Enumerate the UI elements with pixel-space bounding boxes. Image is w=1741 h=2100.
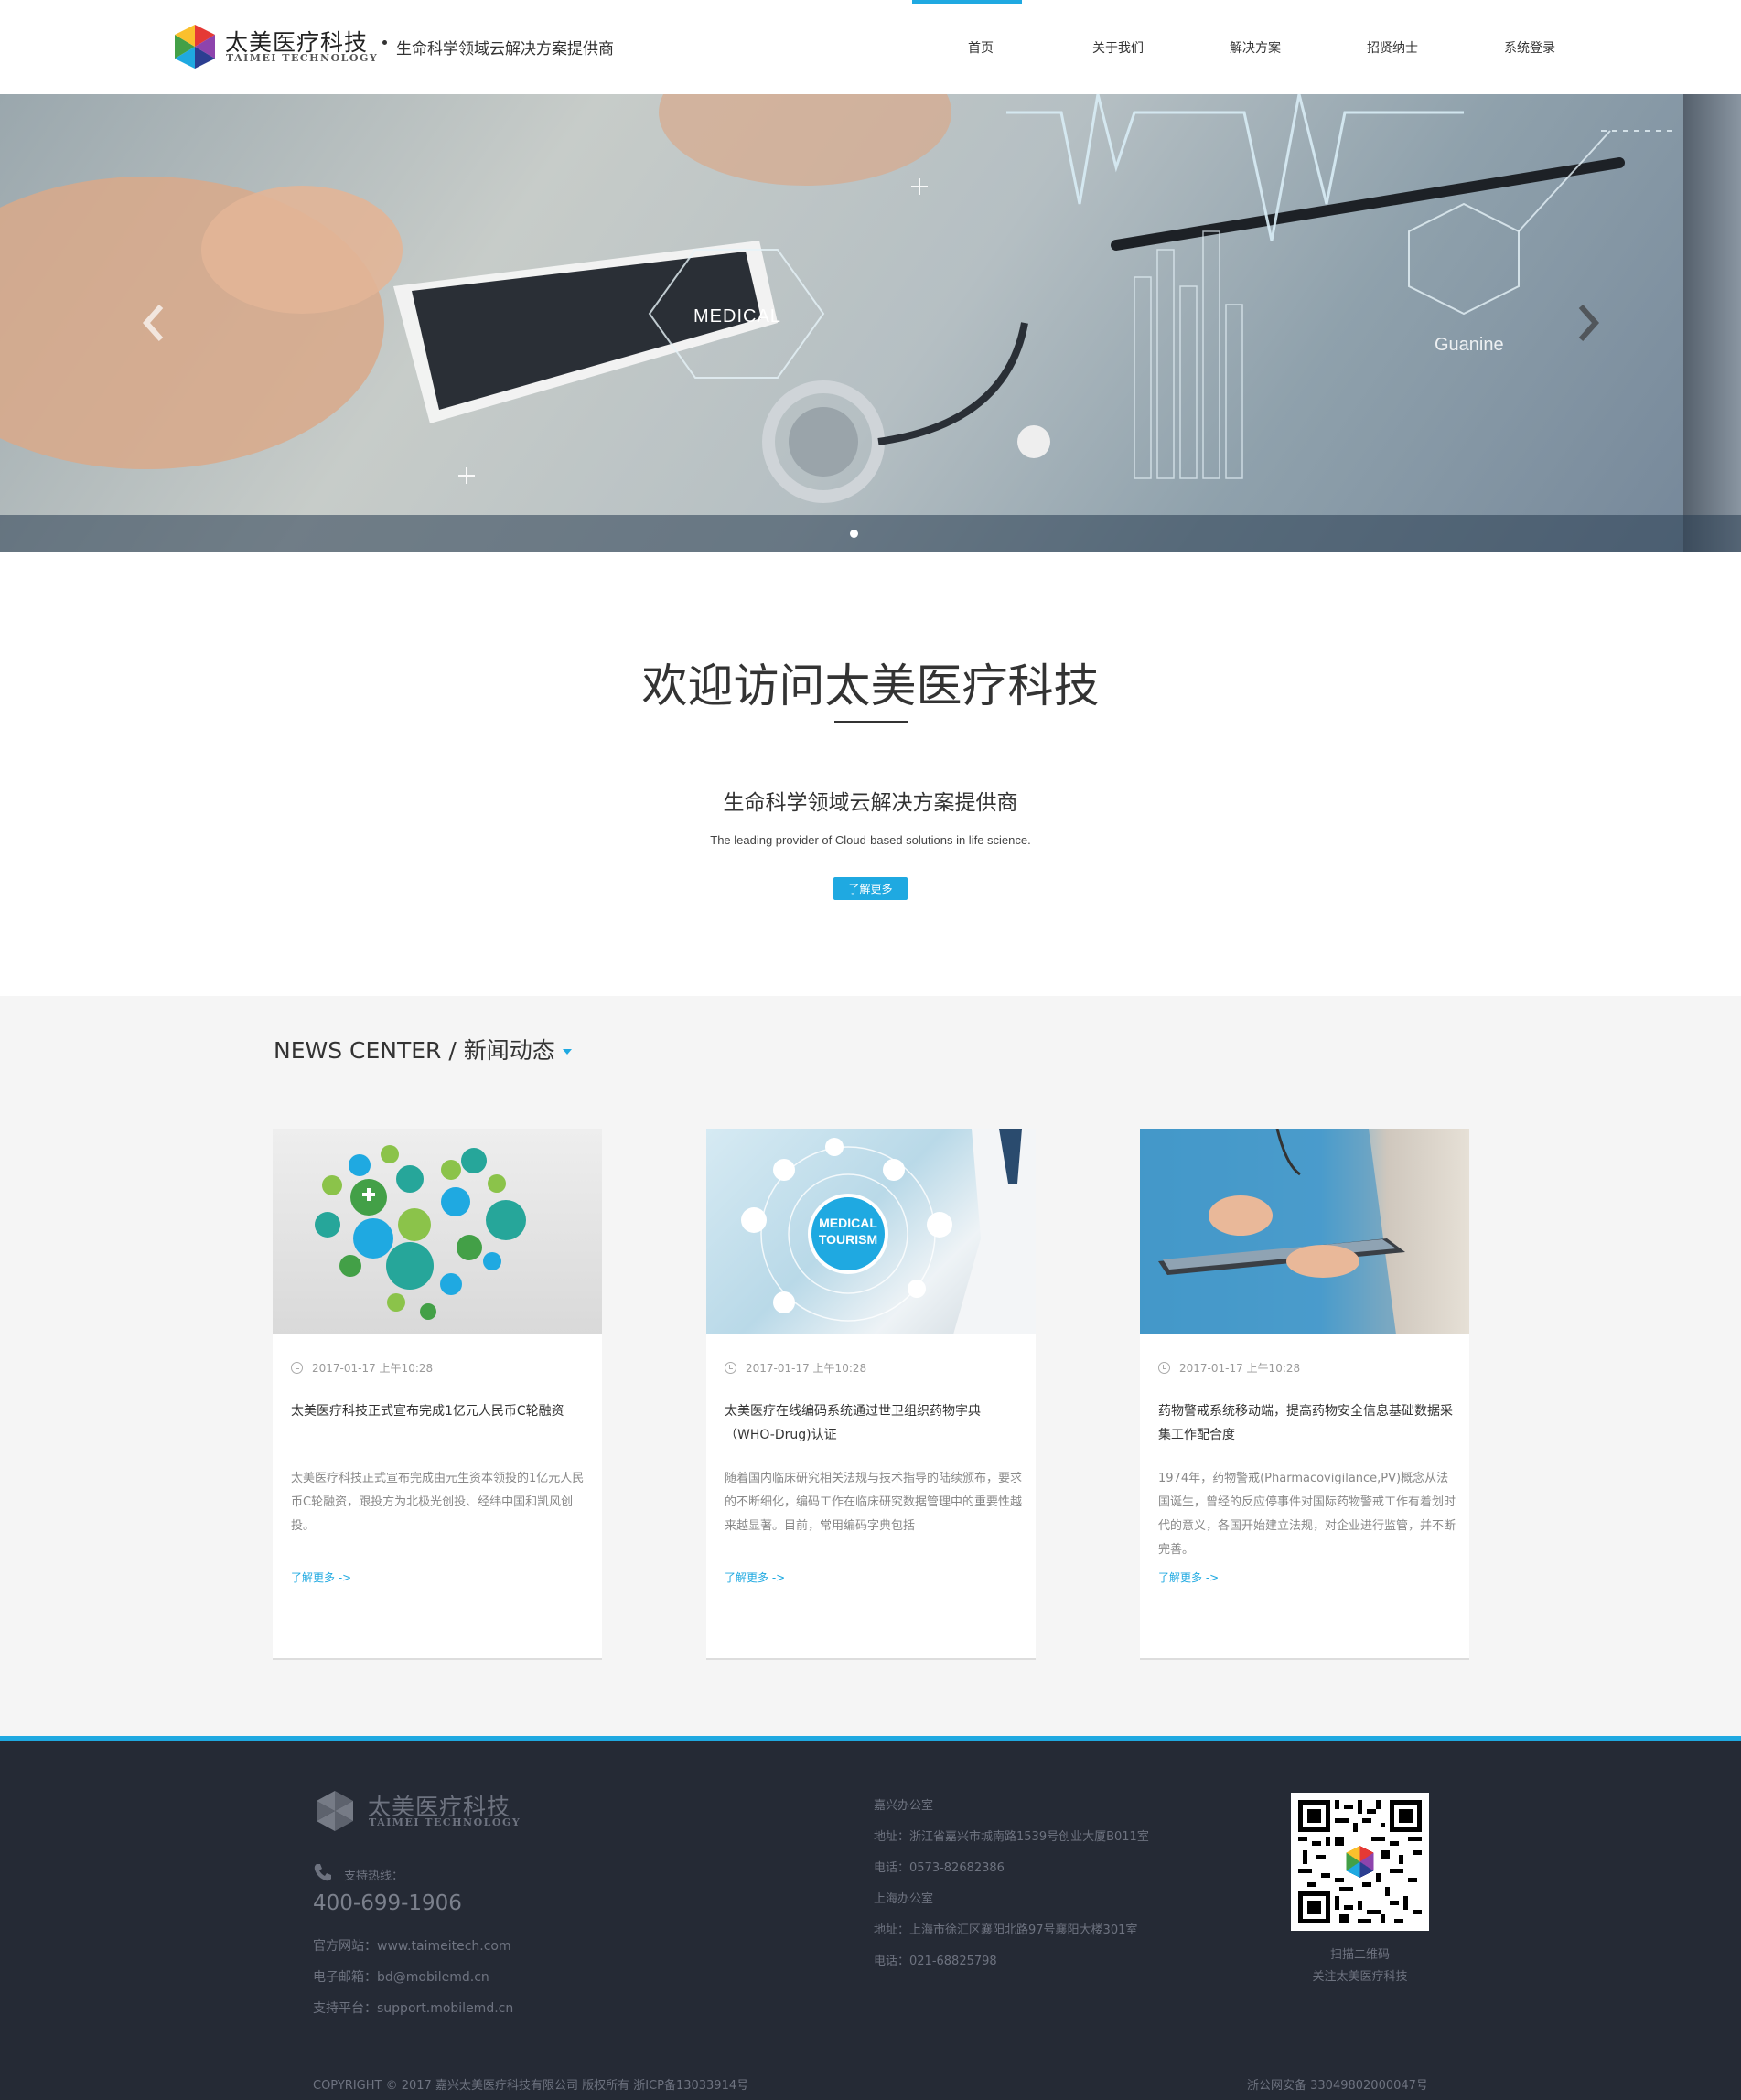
hero-carousel[interactable]: MEDICAL Guanine <box>0 94 1741 552</box>
news-card-more-link[interactable]: 了解更多 -> <box>1158 1570 1219 1585</box>
office1-phone: 电话：0573-82682386 <box>874 1861 1005 1875</box>
footer-email[interactable]: 电子邮箱：bd@mobilemd.cn <box>313 1967 489 1986</box>
police-record-text[interactable]: 浙公网安备 33049802000047号 <box>1247 2075 1428 2093</box>
title-divider <box>834 721 908 723</box>
chevron-left-icon <box>142 305 164 341</box>
news-card-image[interactable] <box>1140 1129 1469 1334</box>
office2-name: 上海办公室 <box>874 1892 934 1906</box>
clock-icon <box>291 1362 303 1374</box>
separator-dot <box>382 40 387 45</box>
nav-login[interactable]: 系统登录 <box>1461 0 1598 94</box>
hero-image: MEDICAL Guanine <box>0 94 1683 552</box>
header-tagline: 生命科学领域云解决方案提供商 <box>396 40 614 59</box>
phone-icon <box>314 1864 331 1881</box>
news-card-excerpt: 1974年，药物警戒(Pharmacovigilance,PV)概念从法国诞生，… <box>1158 1472 1456 1557</box>
qr-code <box>1291 1793 1429 1931</box>
nav-careers[interactable]: 招贤纳士 <box>1324 0 1461 94</box>
hero-illustration <box>0 94 1674 503</box>
news-card-excerpt: 随着国内临床研究相关法规与技术指导的陆续颁布，要求的不断细化，编码工作在临床研究… <box>725 1472 1023 1533</box>
welcome-subtitle: 生命科学领域云解决方案提供商 <box>723 791 1018 815</box>
hero-medical-label: MEDICAL <box>693 306 781 327</box>
news-date-text: 2017-01-17 上午10:28 <box>1179 1362 1301 1375</box>
main-nav: 首页 关于我们 解决方案 招贤纳士 系统登录 <box>912 0 1598 94</box>
news-heading-text: NEWS CENTER / 新闻动态 <box>274 1037 555 1064</box>
copyright-text: COPYRIGHT © 2017 嘉兴太美医疗科技有限公司 版权所有 浙ICP备… <box>313 2079 749 2093</box>
news-card-title[interactable]: 太美医疗在线编码系统通过世卫组织药物字典（WHO-Drug)认证 <box>725 1399 1022 1447</box>
footer-support[interactable]: 支持平台：support.mobilemd.cn <box>313 1998 513 2017</box>
doctor-tablet-illustration <box>1140 1129 1405 1334</box>
next-slide-button[interactable] <box>1570 295 1607 350</box>
prev-slide-button[interactable] <box>135 295 172 350</box>
news-card-title[interactable]: 太美医疗科技正式宣布完成1亿元人民币C轮融资 <box>291 1399 588 1423</box>
news-card-more-link[interactable]: 了解更多 -> <box>725 1570 785 1585</box>
qr-caption-follow: 关注太美医疗科技 <box>1312 1970 1408 1984</box>
caret-down-icon <box>562 1049 572 1055</box>
site-header: 太美医疗科技 TAIMEI TECHNOLOGY 生命科学领域云解决方案提供商 … <box>0 0 1741 94</box>
news-card-excerpt: 太美医疗科技正式宣布完成由元生资本领投的1亿元人民币C轮融资，跟投方为北极光创投… <box>291 1472 585 1533</box>
qr-caption-scan: 扫描二维码 <box>1329 1948 1390 1962</box>
news-card[interactable]: MEDICAL TOURISM 2017-01-17 上午10:28 太美医疗在线… <box>706 1129 1036 1660</box>
office2-phone: 电话：021-68825798 <box>874 1955 997 1968</box>
news-card-date: 2017-01-17 上午10:28 <box>1158 1360 1300 1376</box>
office1-name: 嘉兴办公室 <box>874 1799 934 1813</box>
nav-solutions[interactable]: 解决方案 <box>1187 0 1324 94</box>
heart-icons-illustration <box>315 1145 526 1320</box>
office2-address: 地址：上海市徐汇区襄阳北路97号襄阳大楼301室 <box>874 1923 1138 1937</box>
hero-next-slide-preview <box>1683 94 1741 552</box>
site-footer: 太美医疗科技 TAIMEI TECHNOLOGY 支持热线： 400-699-1… <box>0 1736 1741 2100</box>
learn-more-button[interactable]: 了解更多 <box>833 877 908 900</box>
news-heading[interactable]: NEWS CENTER / 新闻动态 <box>274 1033 572 1066</box>
slide-indicator-dot[interactable] <box>850 530 858 538</box>
news-card-image[interactable]: MEDICAL TOURISM <box>706 1129 1036 1334</box>
brand-name-en: TAIMEI TECHNOLOGY <box>226 52 379 64</box>
chevron-right-icon <box>1578 305 1600 341</box>
footer-brand-name-en: TAIMEI TECHNOLOGY <box>369 1816 521 1828</box>
news-card-more-link[interactable]: 了解更多 -> <box>291 1570 351 1585</box>
hotline-label: 支持热线： <box>344 1870 404 1883</box>
qr-code-icon <box>1298 1800 1422 1923</box>
footer-logo-icon <box>317 1791 353 1831</box>
hero-indicator-bar <box>0 515 1741 552</box>
news-card-date: 2017-01-17 上午10:28 <box>291 1360 433 1376</box>
medical-tourism-illustration: MEDICAL TOURISM <box>741 1129 1036 1334</box>
news-card[interactable]: 2017-01-17 上午10:28 太美医疗科技正式宣布完成1亿元人民币C轮融… <box>273 1129 602 1660</box>
clock-icon <box>725 1362 736 1374</box>
logo-icon[interactable] <box>170 22 220 71</box>
news-section: NEWS CENTER / 新闻动态 2017-01-17 上午10:28 太美… <box>0 996 1741 1736</box>
welcome-title: 欢迎访问太美医疗科技 <box>641 659 1100 712</box>
news-card-image[interactable] <box>273 1129 602 1334</box>
news-date-text: 2017-01-17 上午10:28 <box>312 1362 434 1375</box>
news-date-text: 2017-01-17 上午10:28 <box>746 1362 867 1375</box>
news-card-date: 2017-01-17 上午10:28 <box>725 1360 866 1376</box>
nav-about[interactable]: 关于我们 <box>1049 0 1187 94</box>
welcome-subtitle-en: The leading provider of Cloud-based solu… <box>710 833 1031 847</box>
hotline-number[interactable]: 400-699-1906 <box>313 1891 462 1915</box>
footer-website[interactable]: 官方网站：www.taimeitech.com <box>313 1936 511 1955</box>
clock-icon <box>1158 1362 1170 1374</box>
nav-home[interactable]: 首页 <box>912 0 1049 94</box>
news-card[interactable]: 2017-01-17 上午10:28 药物警戒系统移动端，提高药物安全信息基础数… <box>1140 1129 1469 1660</box>
office1-address: 地址：浙江省嘉兴市城南路1539号创业大厦B011室 <box>874 1830 1149 1844</box>
hero-guanine-label: Guanine <box>1435 335 1504 355</box>
news-card-title[interactable]: 药物警戒系统移动端，提高药物安全信息基础数据采集工作配合度 <box>1158 1399 1456 1447</box>
